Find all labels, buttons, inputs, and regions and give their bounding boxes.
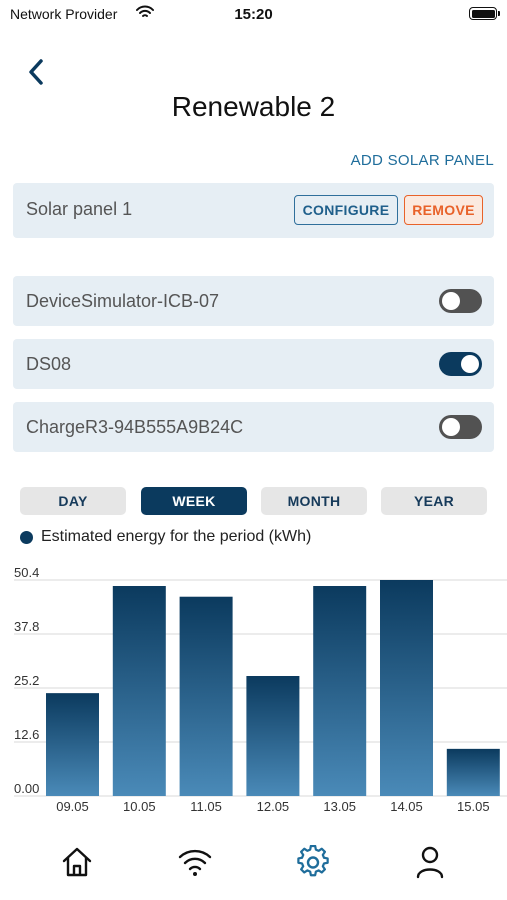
- tab-month[interactable]: MONTH: [261, 487, 367, 515]
- wifi-icon: [178, 849, 212, 876]
- battery-icon: [469, 7, 500, 20]
- x-tick-label: 11.05: [190, 799, 222, 814]
- tab-year[interactable]: YEAR: [381, 487, 487, 515]
- remove-button[interactable]: REMOVE: [404, 195, 483, 225]
- user-icon: [416, 846, 444, 879]
- chart-bar-13.05: [313, 586, 367, 796]
- solar-panel-name: Solar panel 1: [26, 199, 133, 219]
- period-tabs: DAY WEEK MONTH YEAR: [20, 487, 488, 515]
- device-toggle[interactable]: [439, 289, 482, 313]
- device-row: ChargeR3-94B555A9B24C: [13, 402, 494, 452]
- chart-bar-09.05: [46, 693, 99, 796]
- back-button[interactable]: [20, 56, 52, 88]
- y-tick-label: 0.00: [14, 781, 39, 796]
- home-icon: [62, 847, 92, 877]
- device-name: DS08: [26, 354, 72, 374]
- status-bar: Network Provider 15:20: [0, 0, 507, 28]
- chart-bar-10.05: [112, 586, 166, 796]
- tab-week[interactable]: WEEK: [141, 487, 247, 515]
- gear-icon: [297, 845, 329, 877]
- y-tick-label: 50.4: [14, 565, 39, 580]
- x-tick-label: 10.05: [123, 799, 156, 814]
- chart-bar-15.05: [446, 748, 500, 796]
- device-toggle[interactable]: [439, 415, 482, 439]
- nav-wifi[interactable]: [175, 842, 215, 882]
- chart-bar-14.05: [380, 580, 433, 796]
- energy-bar-chart: 50.4 37.8 25.2 12.6 0.00 09.05 10.05 11.05 12.05…: [14, 565, 507, 814]
- chevron-left-icon: [29, 59, 43, 85]
- solar-panel-card: Solar panel 1 CONFIGURE REMOVE: [13, 183, 494, 238]
- legend-label: Estimated energy for the period (kWh): [41, 528, 312, 545]
- x-tick-label: 15.05: [457, 799, 490, 814]
- y-tick-label: 25.2: [14, 673, 39, 688]
- y-tick-label: 37.8: [14, 619, 39, 634]
- configure-button[interactable]: CONFIGURE: [294, 195, 398, 225]
- device-name: ChargeR3-94B555A9B24C: [26, 417, 244, 437]
- x-tick-label: 12.05: [257, 799, 290, 814]
- device-name: DeviceSimulator-ICB-07: [26, 291, 220, 311]
- x-tick-label: 13.05: [323, 799, 356, 814]
- y-tick-label: 12.6: [14, 727, 39, 742]
- device-row: DS08: [13, 339, 494, 389]
- x-tick-label: 14.05: [390, 799, 423, 814]
- nav-profile[interactable]: [410, 842, 450, 882]
- nav-home[interactable]: [57, 842, 97, 882]
- device-toggle[interactable]: [439, 352, 482, 376]
- tab-day[interactable]: DAY: [20, 487, 126, 515]
- status-time: 15:20: [234, 6, 273, 23]
- device-row: DeviceSimulator-ICB-07: [13, 276, 494, 326]
- bottom-nav: [0, 828, 507, 900]
- nav-settings[interactable]: [293, 842, 333, 882]
- chart-legend: Estimated energy for the period (kWh): [20, 528, 311, 546]
- add-solar-panel-button[interactable]: ADD SOLAR PANEL: [351, 152, 494, 169]
- chart-bar-12.05: [246, 676, 300, 796]
- x-tick-label: 09.05: [56, 799, 89, 814]
- legend-dot: [20, 530, 33, 544]
- chart-bar-11.05: [179, 596, 233, 796]
- page-title: Renewable 2: [171, 91, 336, 122]
